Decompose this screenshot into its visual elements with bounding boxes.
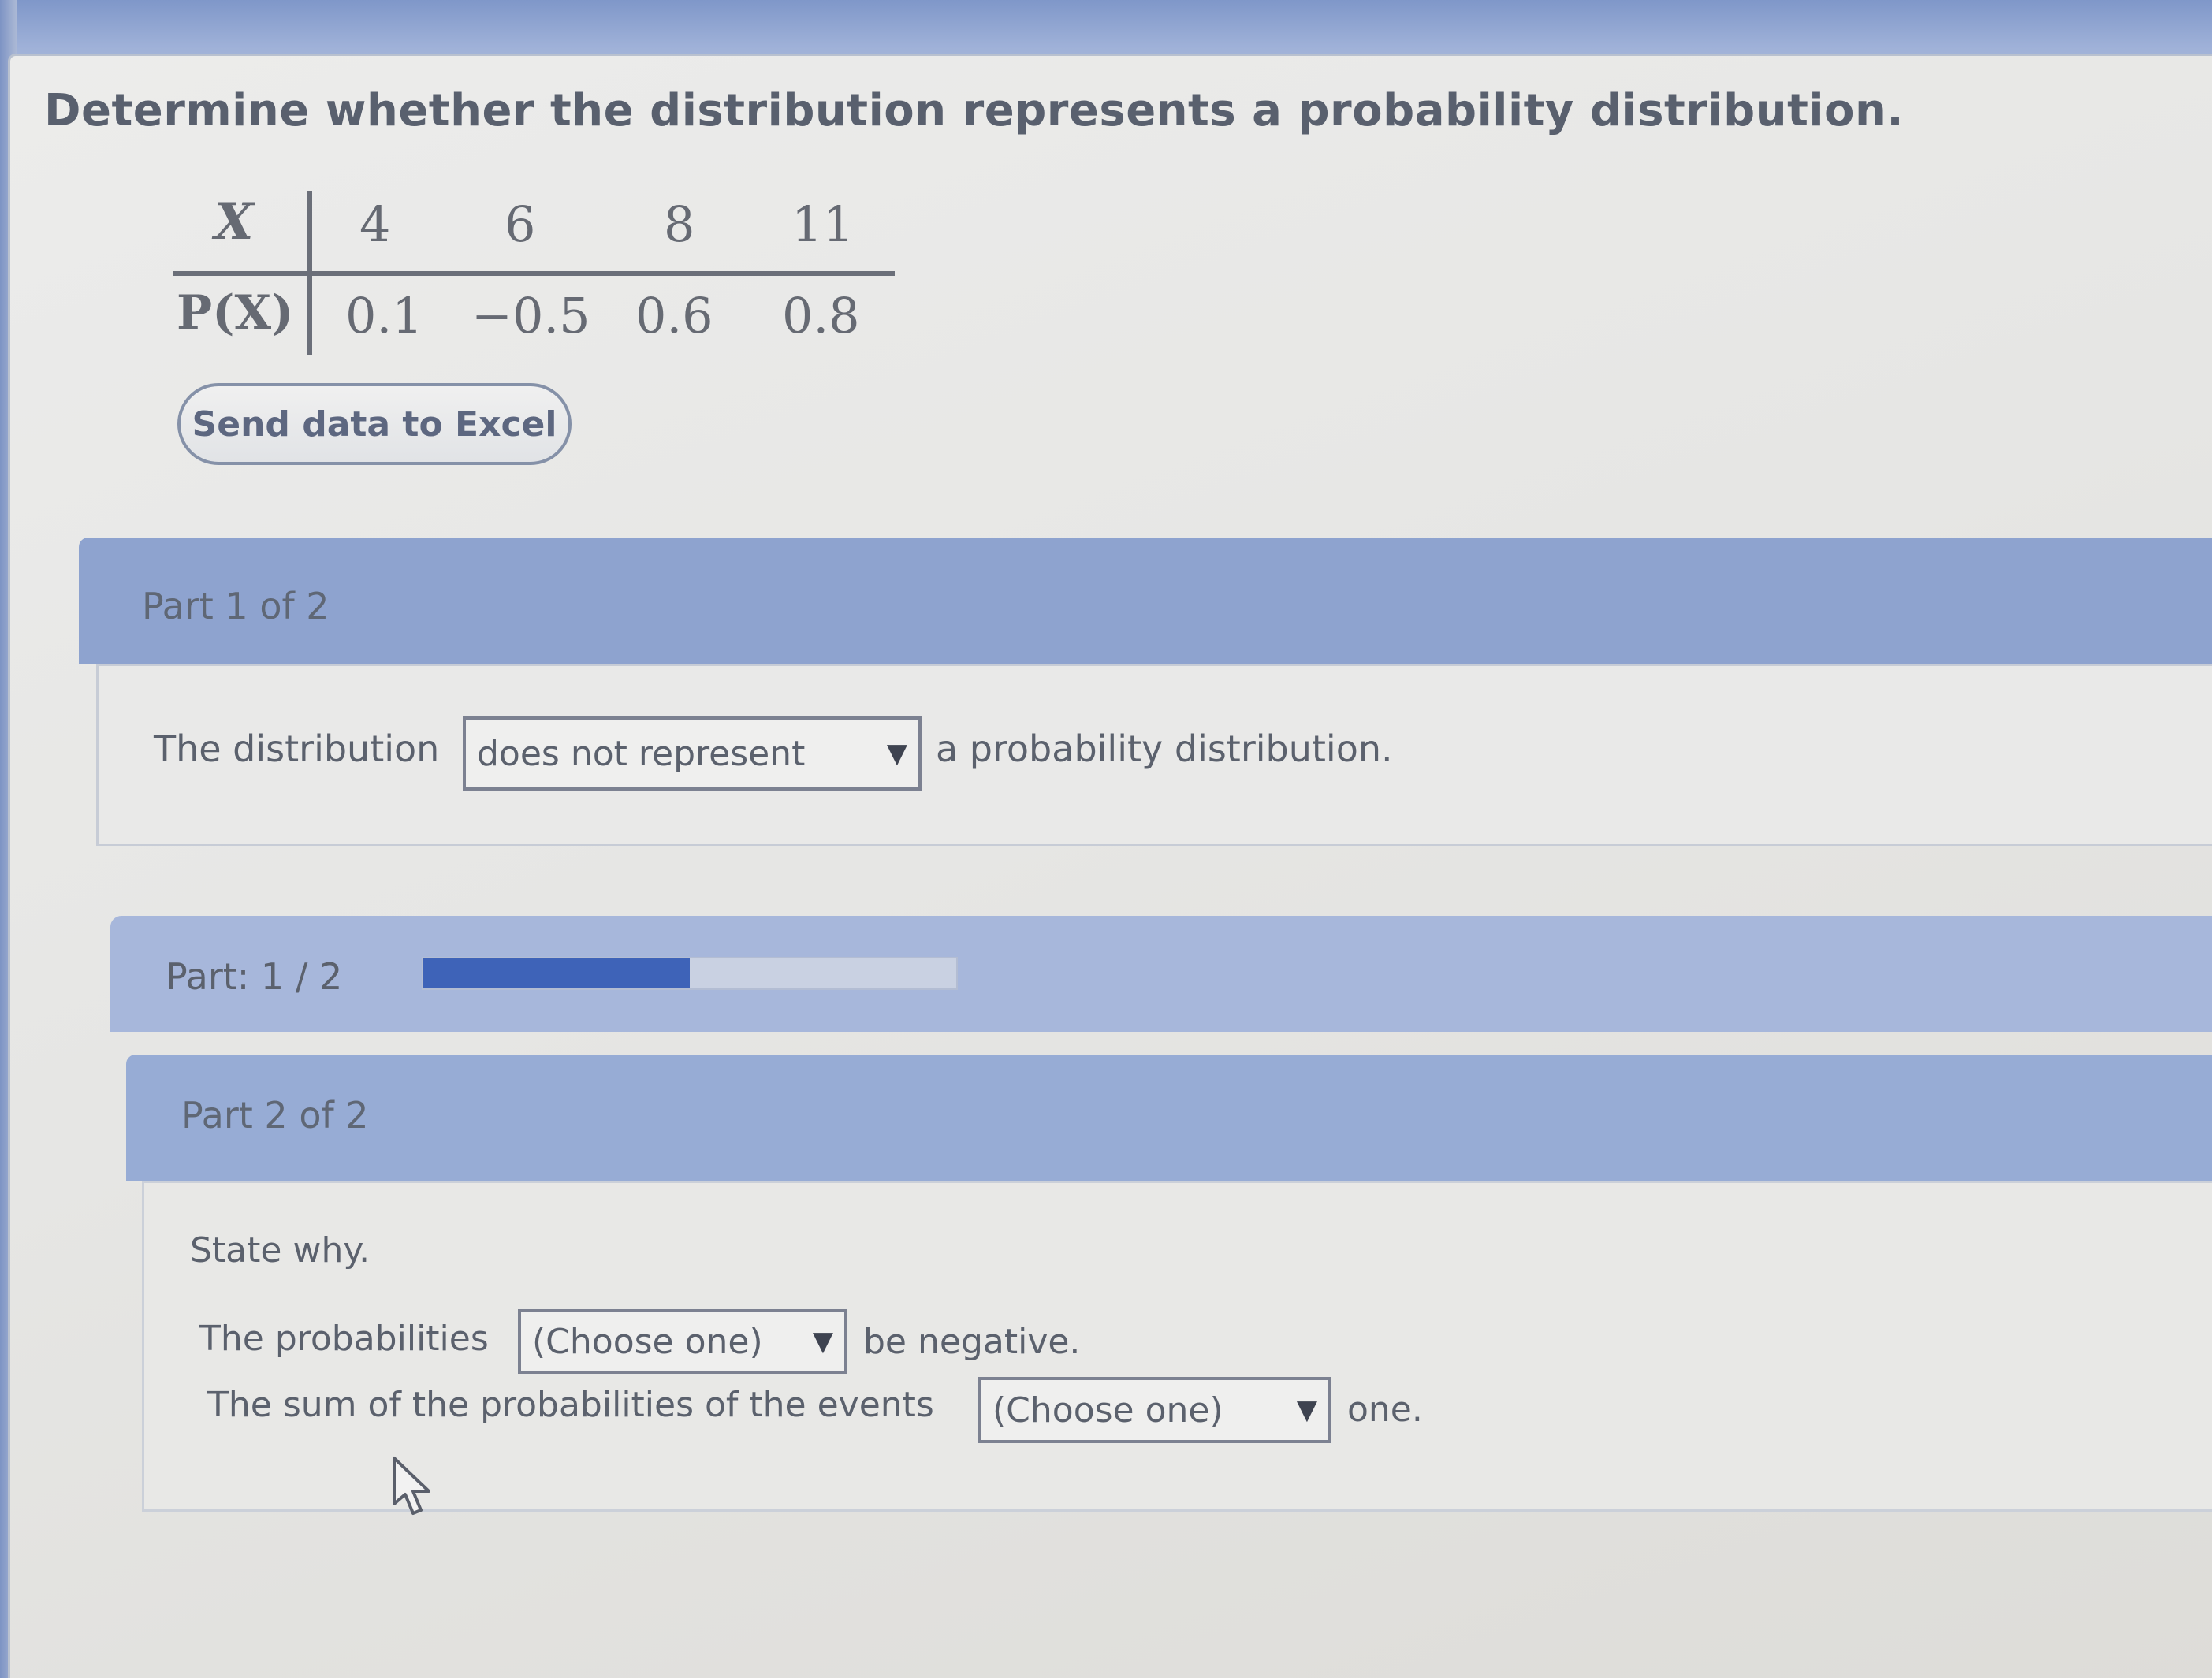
- table-x-value: 11: [791, 195, 854, 253]
- distribution-represents-dropdown[interactable]: does not represent ▼: [463, 716, 922, 791]
- part2-line1-end: be negative.: [863, 1322, 1081, 1362]
- part1-title: Part 1 of 2: [142, 585, 330, 627]
- part2-line2-start: The sum of the probabilities of the even…: [207, 1385, 934, 1425]
- screen: Determine whether the distribution repre…: [0, 0, 2212, 1678]
- part2-prompt: State why.: [190, 1230, 371, 1271]
- table-row-label-x: X: [214, 192, 254, 251]
- dropdown-arrow-icon: ▼: [1296, 1394, 1317, 1426]
- probabilities-negative-dropdown[interactable]: (Choose one) ▼: [518, 1309, 847, 1374]
- part2-header: Part 2 of 2: [126, 1055, 2212, 1181]
- dropdown-selected-value: (Choose one): [532, 1321, 763, 1362]
- part1-sentence-end: a probability distribution.: [936, 727, 1393, 770]
- part1-body: The distribution does not represent ▼ a …: [96, 664, 2212, 846]
- table-row-label-px: P(X): [177, 285, 294, 340]
- table-vertical-rule: [307, 191, 312, 355]
- dropdown-selected-value: (Choose one): [992, 1390, 1223, 1431]
- part2-line2-end: one.: [1347, 1390, 1423, 1430]
- distribution-table: X 4 6 8 11 P(X) 0.1 −0.5 0.6 0.8: [173, 183, 899, 364]
- progress-bar: [422, 957, 958, 990]
- question-text: Determine whether the distribution repre…: [44, 85, 1905, 136]
- table-p-value: 0.8: [782, 287, 860, 344]
- part1-header: Part 1 of 2: [79, 538, 2212, 664]
- progress-label: Part: 1 / 2: [166, 955, 343, 998]
- part1-sentence-start: The distribution: [154, 727, 440, 770]
- progress-bar-fill: [423, 958, 690, 988]
- progress-strip: Part: 1 / 2: [110, 916, 2212, 1032]
- table-p-value: 0.6: [635, 287, 713, 344]
- mouse-pointer-icon: [393, 1457, 430, 1515]
- dropdown-arrow-icon: ▼: [886, 738, 907, 769]
- sum-of-probabilities-dropdown[interactable]: (Choose one) ▼: [978, 1377, 1331, 1443]
- table-x-value: 6: [505, 195, 536, 253]
- part2-line1-start: The probabilities: [199, 1319, 489, 1359]
- send-to-excel-button[interactable]: Send data to Excel: [177, 383, 572, 465]
- table-x-value: 8: [664, 195, 695, 253]
- part2-body: State why. The probabilities (Choose one…: [142, 1181, 2212, 1512]
- table-horizontal-rule: [173, 271, 895, 276]
- table-x-value: 4: [359, 195, 391, 253]
- dropdown-selected-value: does not represent: [477, 733, 806, 774]
- table-p-value: 0.1: [345, 287, 423, 344]
- dropdown-arrow-icon: ▼: [812, 1326, 833, 1357]
- part2-title: Part 2 of 2: [181, 1094, 369, 1137]
- table-p-value: −0.5: [471, 287, 590, 344]
